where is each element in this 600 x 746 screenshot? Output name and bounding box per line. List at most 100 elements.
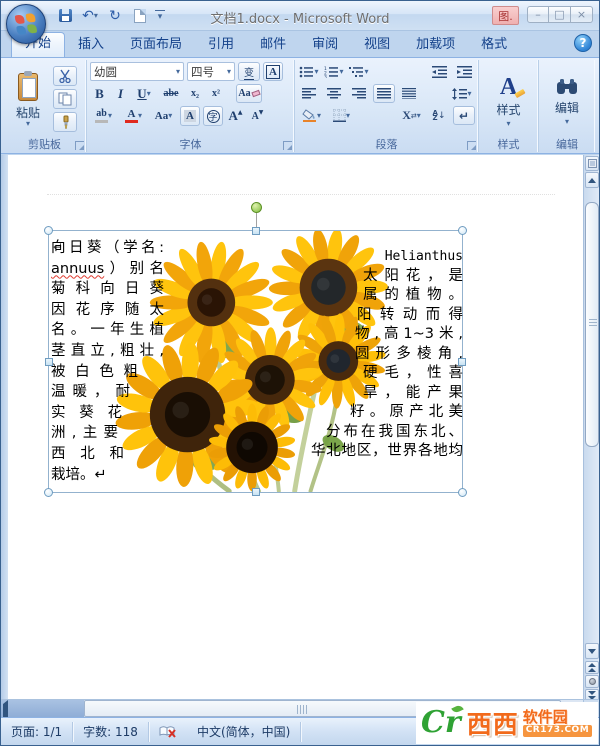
align-left-button[interactable] (298, 84, 320, 103)
title-bar: ↶ ▾ ↻ ▾ 文档1.docx - Microsoft Word 图. – □ … (1, 1, 599, 31)
qat-customize-button[interactable]: ▾ (155, 9, 165, 22)
tab-插入[interactable]: 插入 (65, 34, 117, 57)
shrink-font-button[interactable]: A ▼ (248, 106, 267, 126)
highlight-color-button[interactable]: ab ▾ (90, 106, 117, 126)
numbering-button[interactable]: 1 2 3 ▾ (323, 62, 345, 81)
underline-button[interactable]: U ▾ (132, 84, 156, 103)
grow-font-button[interactable]: A ▲ (226, 106, 245, 126)
tab-页面布局[interactable]: 页面布局 (117, 34, 195, 57)
character-border-button[interactable]: A (263, 62, 283, 81)
redo-button[interactable]: ↻ (105, 6, 125, 25)
office-button[interactable] (6, 4, 46, 44)
text-line: 茎直立,粗壮, (51, 342, 164, 359)
page-indicator[interactable]: 页面: 1/1 (1, 721, 74, 742)
styles-button[interactable]: A 样式 ▾ (484, 62, 534, 134)
decrease-indent-icon (431, 65, 447, 78)
decrease-indent-button[interactable] (428, 62, 450, 81)
vertical-scrollbar[interactable] (583, 155, 599, 701)
text-line: 分布在我国东北、 (326, 423, 463, 440)
font-name-combo[interactable]: 幼圆 ▾ (90, 62, 184, 81)
character-shading-button[interactable]: A (180, 106, 200, 126)
resize-handle-bottom-right[interactable] (458, 488, 467, 497)
tab-邮件[interactable]: 邮件 (247, 34, 299, 57)
show-marks-button[interactable]: ↵ (453, 106, 475, 125)
clear-formatting-button[interactable]: Aa (236, 84, 262, 103)
format-painter-button[interactable] (53, 112, 77, 132)
resize-handle-bottom-left[interactable] (44, 488, 53, 497)
align-right-button[interactable] (348, 84, 370, 103)
asian-layout-button[interactable]: X ⇄ ▾ (398, 106, 425, 125)
previous-page-button[interactable] (585, 661, 599, 674)
help-button[interactable]: ? (574, 34, 592, 52)
chevron-down-icon[interactable]: ▾ (176, 67, 180, 76)
line-spacing-button[interactable]: ▾ (449, 84, 475, 103)
scroll-down-button[interactable] (585, 643, 599, 659)
strikethrough-button[interactable]: abe (159, 84, 183, 103)
tab-加载项[interactable]: 加载项 (403, 34, 468, 57)
cut-button[interactable] (53, 66, 77, 86)
new-document-button[interactable] (130, 6, 150, 25)
ruler-toggle-button[interactable] (585, 156, 599, 171)
document-page[interactable]: ↵ 向日葵（学名: annuus）别名 菊科向日葵 因花序随太 名。一年生植 茎直立,粗壮… (1, 155, 585, 701)
phonetic-guide-button[interactable]: 变 (238, 62, 260, 81)
paste-caret-icon[interactable]: ▾ (26, 119, 30, 127)
maximize-button[interactable]: □ (549, 6, 571, 23)
superscript-button[interactable]: x² (207, 84, 225, 103)
tab-引用[interactable]: 引用 (195, 34, 247, 57)
text-column-right[interactable]: Helianthus 太阳花，是 属的植物。 阳转动而得 物,高1~3米, 圆形多棱角, 硬… (311, 247, 463, 462)
distribute-button[interactable] (398, 84, 420, 103)
resize-handle-right[interactable] (458, 358, 466, 366)
font-dialog-launcher[interactable] (283, 141, 292, 150)
resize-handle-top-right[interactable] (458, 226, 467, 235)
tab-审阅[interactable]: 审阅 (299, 34, 351, 57)
text-line: Helianthus (384, 249, 463, 264)
align-center-button[interactable] (323, 84, 345, 103)
format-painter-icon (63, 115, 69, 129)
scroll-up-button[interactable] (585, 172, 599, 188)
text-column-left[interactable]: 向日葵（学名: annuus）别名 菊科向日葵 因花序随太 名。一年生植 茎直立,粗壮, 被… (51, 238, 164, 485)
capture-overlay-button[interactable]: 图. (492, 6, 519, 25)
sort-button[interactable]: A Z ↓ (428, 106, 450, 125)
borders-button[interactable]: ▾ (328, 106, 355, 125)
chevron-down-icon[interactable]: ▾ (227, 67, 231, 76)
save-button[interactable] (55, 6, 75, 25)
copy-button[interactable] (53, 89, 77, 109)
multilevel-list-button[interactable]: ▾ (348, 62, 370, 81)
shading-button[interactable]: ▾ (298, 106, 325, 125)
text-line: 温暖，耐 (51, 384, 130, 401)
undo-caret-icon[interactable]: ▾ (94, 11, 98, 19)
resize-handle-left[interactable] (45, 358, 53, 366)
clipboard-dialog-launcher[interactable] (75, 141, 84, 150)
language-indicator[interactable]: 中文(简体，中国) (187, 721, 302, 742)
editing-button[interactable]: 编辑 ▾ (542, 62, 592, 134)
minimize-button[interactable]: – (527, 6, 549, 23)
font-size-combo[interactable]: 四号 ▾ (187, 62, 235, 81)
resize-handle-bottom[interactable] (252, 488, 260, 496)
paragraph-dialog-launcher[interactable] (467, 141, 476, 150)
paste-button[interactable]: 粘贴 ▾ (6, 62, 50, 132)
select-browse-object-button[interactable] (585, 675, 599, 688)
close-button[interactable]: × (571, 6, 593, 23)
undo-button[interactable]: ↶ ▾ (80, 6, 100, 25)
tab-格式[interactable]: 格式 (468, 34, 520, 57)
tab-视图[interactable]: 视图 (351, 34, 403, 57)
increase-indent-button[interactable] (453, 62, 475, 81)
resize-handle-top[interactable] (252, 227, 260, 235)
font-color-button[interactable]: A ▾ (120, 106, 147, 126)
justify-button[interactable] (373, 84, 395, 103)
word-count[interactable]: 字数: 118 (73, 721, 149, 742)
bullets-button[interactable]: ▾ (298, 62, 320, 81)
rotate-handle[interactable] (251, 202, 262, 213)
enclose-characters-button[interactable]: 字 (203, 106, 223, 126)
change-case-button[interactable]: Aa ▾ (150, 106, 177, 126)
vertical-scroll-thumb[interactable] (585, 202, 599, 447)
underline-icon: U (137, 85, 147, 101)
hscroll-track-left[interactable] (1, 700, 84, 717)
office-logo-icon (14, 12, 38, 36)
bold-button[interactable]: B (90, 84, 109, 103)
italic-button[interactable]: I (112, 84, 129, 103)
proofing-status[interactable] (149, 722, 187, 742)
subscript-button[interactable]: x₂ (186, 84, 204, 103)
subscript-icon: x₂ (191, 88, 199, 99)
resize-handle-top-left[interactable] (44, 226, 53, 235)
